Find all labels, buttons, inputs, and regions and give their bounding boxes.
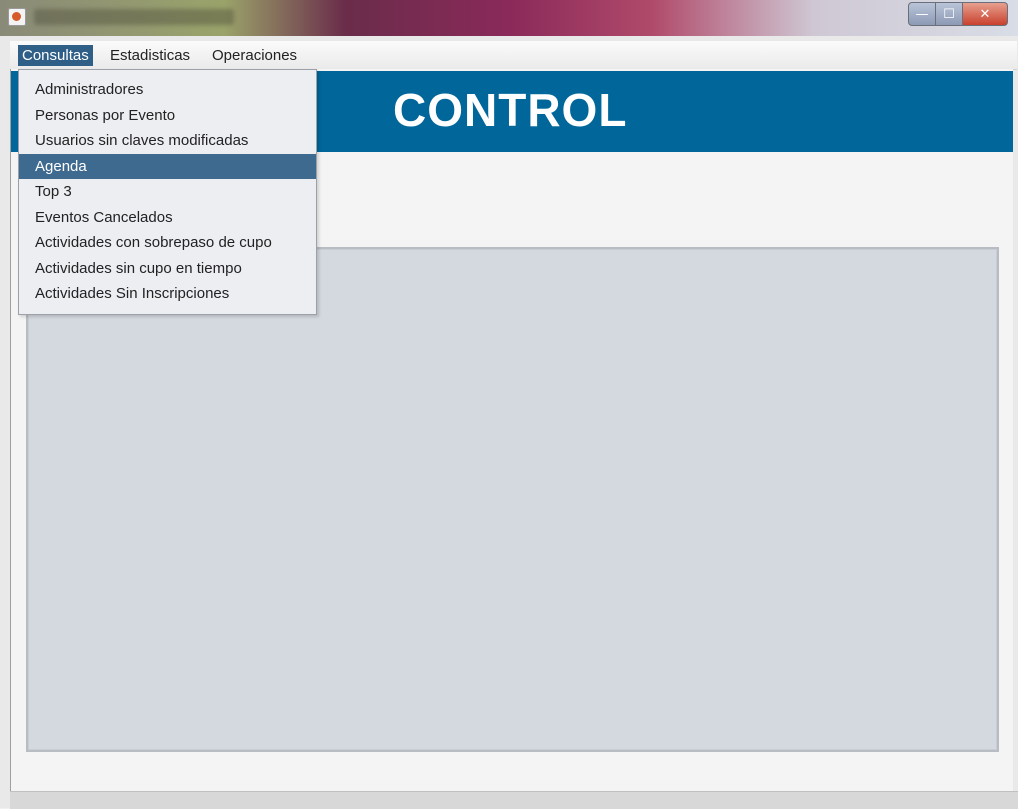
menu-item-actividades-sin-inscripciones[interactable]: Actividades Sin Inscripciones [19, 281, 316, 306]
java-app-icon[interactable] [8, 8, 26, 26]
minimize-button[interactable]: — [908, 2, 936, 26]
maximize-icon: ☐ [943, 6, 955, 22]
menu-consultas[interactable]: Consultas [18, 45, 93, 66]
menu-operaciones[interactable]: Operaciones [208, 45, 301, 66]
menu-bar: Consultas Estadisticas Operaciones [10, 41, 1017, 70]
page-title: CONTROL [393, 84, 628, 136]
minimize-icon: — [915, 6, 929, 22]
menu-item-agenda[interactable]: Agenda [19, 154, 316, 179]
window-title-obscured [34, 9, 234, 25]
close-icon: ✕ [979, 6, 991, 22]
menu-item-actividades-sobrepaso-cupo[interactable]: Actividades con sobrepaso de cupo [19, 230, 316, 255]
application-window: — ☐ ✕ Consultas Estadisticas Operaciones… [0, 0, 1018, 809]
menu-item-actividades-sin-cupo-tiempo[interactable]: Actividades sin cupo en tiempo [19, 256, 316, 281]
menu-item-personas-por-evento[interactable]: Personas por Evento [19, 103, 316, 128]
main-panel [26, 247, 999, 752]
menu-item-eventos-cancelados[interactable]: Eventos Cancelados [19, 205, 316, 230]
menu-item-usuarios-sin-claves[interactable]: Usuarios sin claves modificadas [19, 128, 316, 153]
bottom-bar [10, 791, 1018, 809]
menu-estadisticas[interactable]: Estadisticas [106, 45, 194, 66]
close-button[interactable]: ✕ [963, 2, 1008, 26]
title-bar[interactable]: — ☐ ✕ [0, 0, 1018, 36]
maximize-button[interactable]: ☐ [936, 2, 963, 26]
consultas-dropdown-menu: Administradores Personas por Evento Usua… [18, 69, 317, 315]
menu-item-top-3[interactable]: Top 3 [19, 179, 316, 204]
window-controls: — ☐ ✕ [908, 2, 1008, 26]
menu-item-administradores[interactable]: Administradores [19, 77, 316, 102]
